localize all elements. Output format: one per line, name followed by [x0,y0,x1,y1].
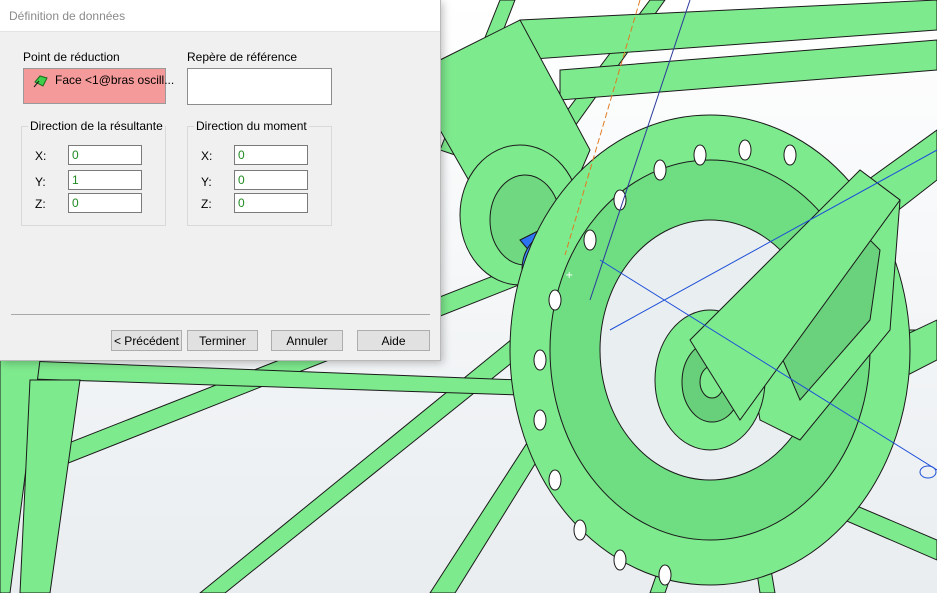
resultant-direction-group: Direction de la résultante X: Y: Z: [21,119,166,226]
reduction-point-selection-item[interactable]: Face <1@bras oscill... [55,73,174,87]
resultant-x-label: X: [35,149,47,163]
resultant-z-input[interactable] [68,193,142,213]
reduction-point-label: Point de réduction [23,50,120,64]
moment-z-label: Z: [201,197,212,211]
face-selection-icon [33,74,49,91]
dialog-title: Définition de données [9,8,126,23]
resultant-direction-label: Direction de la résultante [28,119,165,133]
moment-x-label: X: [201,149,213,163]
reduction-point-selection-box[interactable]: Face <1@bras oscill... [23,68,174,104]
dialog-titlebar[interactable]: Définition de données [0,0,440,32]
resultant-y-label: Y: [35,175,46,189]
finish-button[interactable]: Terminer [187,330,258,351]
moment-x-input[interactable] [234,145,308,165]
moment-z-input[interactable] [234,193,308,213]
moment-direction-label: Direction du moment [194,119,309,133]
previous-button[interactable]: < Précédent [111,330,182,351]
resultant-y-input[interactable] [68,170,142,190]
cancel-button[interactable]: Annuler [271,330,343,351]
help-button[interactable]: Aide [357,330,430,351]
moment-direction-group: Direction du moment X: Y: Z: [187,119,332,226]
data-definition-dialog: Définition de données Point de réduction… [0,0,441,361]
reference-frame-selection-box[interactable] [187,68,332,105]
reference-frame-label: Repère de référence [187,50,298,64]
resultant-z-label: Z: [35,197,46,211]
resultant-x-input[interactable] [68,145,142,165]
svg-text:+: + [565,270,573,281]
moment-y-input[interactable] [234,170,308,190]
moment-y-label: Y: [201,175,212,189]
button-separator [11,314,430,315]
